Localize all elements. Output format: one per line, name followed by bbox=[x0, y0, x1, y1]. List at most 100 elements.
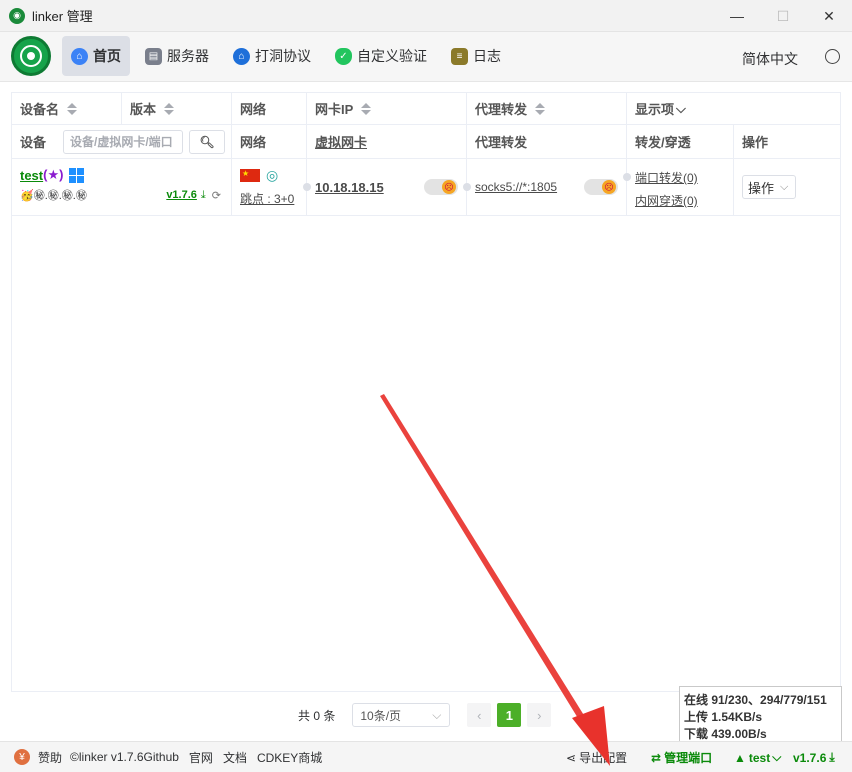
proxy-link[interactable]: socks5://*:1805 bbox=[475, 180, 557, 194]
shield-icon: ✓ bbox=[335, 47, 352, 65]
subheader-proxy: 代理转发 bbox=[467, 125, 627, 158]
nav-server[interactable]: ▤ 服务器 bbox=[136, 36, 218, 76]
sort-icon[interactable] bbox=[164, 102, 175, 115]
proxy-cell: socks5://*:1805 ☹ bbox=[463, 159, 627, 215]
star-badge: (★) bbox=[43, 167, 64, 182]
sync-icon: ⇄ bbox=[651, 750, 662, 765]
header-device[interactable]: 设备名 bbox=[12, 93, 122, 124]
linker-logo bbox=[11, 36, 51, 76]
ops-cell: 操作 ⌵ bbox=[734, 159, 840, 215]
device-cell: test (★) 🥳㊙.㊙.㊙.㊙ v1.7.6 ⤓ ⟳ bbox=[12, 159, 232, 215]
manage-port[interactable]: ⇄ 管理端口 bbox=[651, 742, 712, 772]
close-button[interactable]: ✕ bbox=[806, 0, 852, 32]
forward-cell: 端口转发(0) 内网穿透(0) bbox=[623, 159, 734, 215]
sort-icon[interactable] bbox=[535, 102, 546, 115]
ip-link[interactable]: 10.18.18.15 bbox=[315, 180, 384, 195]
copyright-link[interactable]: ©linker v1.7.6Github bbox=[70, 750, 179, 764]
nav-home[interactable]: ⌂ 首页 bbox=[62, 36, 130, 76]
download-icon: ⤓ bbox=[829, 750, 835, 764]
header-proxy[interactable]: 代理转发 bbox=[467, 93, 627, 124]
subheader-device: 设备 设备/虚拟网卡/端口 🔍︎ bbox=[12, 125, 232, 158]
nav-auth-label: 自定义验证 bbox=[357, 48, 427, 64]
header-display-options[interactable]: 显示项 ⌵ bbox=[627, 93, 840, 124]
footer-version[interactable]: v1.7.6 ⤓ bbox=[793, 742, 835, 772]
stats-popup: 在线 91/230、294/779/151 上传 1.54KB/s 下载 439… bbox=[679, 686, 842, 744]
sort-icon[interactable] bbox=[67, 102, 78, 115]
header-network: 网络 bbox=[232, 93, 307, 124]
tunnel-icon: ⌂ bbox=[233, 47, 250, 65]
header-nic-ip[interactable]: 网卡IP bbox=[307, 93, 467, 124]
upload-speed: 上传 1.54KB/s bbox=[684, 710, 763, 724]
nav-log-label: 日志 bbox=[473, 48, 501, 64]
subheader-vnic[interactable]: 虚拟网卡 bbox=[307, 125, 467, 158]
language-select[interactable]: 简体中文 bbox=[742, 49, 798, 69]
maximize-button[interactable]: ☐ bbox=[760, 0, 806, 32]
store-link[interactable]: CDKEY商城 bbox=[257, 749, 322, 766]
header: ⌂ 首页 ▤ 服务器 ⌂ 打洞协议 ✓ 自定义验证 ≡ 日志 简体中文 bbox=[0, 32, 852, 82]
theme-icon[interactable] bbox=[825, 49, 840, 64]
log-icon: ≡ bbox=[451, 47, 468, 65]
home-icon: ⌂ bbox=[71, 47, 88, 65]
ops-dropdown[interactable]: 操作 ⌵ bbox=[742, 175, 796, 199]
status-dot bbox=[303, 183, 311, 191]
nic-toggle[interactable]: ☹ bbox=[424, 179, 458, 195]
page-size-select[interactable]: 10条/页 ⌵ bbox=[352, 703, 451, 727]
chevron-down-icon: ⌵ bbox=[432, 707, 442, 722]
window-title: linker 管理 bbox=[32, 9, 93, 24]
table-row: test (★) 🥳㊙.㊙.㊙.㊙ v1.7.6 ⤓ ⟳ ★ ◎ 跳点: 3+… bbox=[12, 159, 840, 216]
search-button[interactable]: 🔍︎ bbox=[189, 129, 226, 154]
device-table: 设备名 版本 网络 网卡IP 代理转发 显示项 ⌵ 设备 设备/虚拟网卡/端口 … bbox=[11, 92, 841, 692]
footer: ¥ 赞助 ©linker v1.7.6Github 官网 文档 CDKEY商城 … bbox=[0, 741, 852, 772]
pagination: 共 0 条 10条/页 ⌵ ‹ 1 › bbox=[298, 703, 552, 727]
docs-link[interactable]: 文档 bbox=[223, 749, 247, 766]
export-config[interactable]: ⋖ 导出配置 bbox=[566, 742, 627, 772]
status-dot bbox=[463, 183, 471, 191]
total-count: 共 0 条 bbox=[298, 708, 336, 723]
title-bar: ◉ linker 管理 — ☐ ✕ bbox=[0, 0, 852, 32]
device-switch[interactable]: ▲ test ⌵ bbox=[734, 742, 781, 772]
next-page-button[interactable]: › bbox=[527, 703, 552, 727]
windows-icon bbox=[69, 167, 85, 183]
nav-tunnel[interactable]: ⌂ 打洞协议 bbox=[224, 36, 320, 76]
subheader-forward: 转发/穿透 bbox=[627, 125, 734, 158]
page-1-button[interactable]: 1 bbox=[497, 703, 522, 727]
port-forward-link[interactable]: 端口转发(0) bbox=[635, 169, 733, 186]
site-link[interactable]: 官网 bbox=[189, 749, 213, 766]
isp-icon: ◎ bbox=[266, 167, 279, 183]
version-link[interactable]: v1.7.6 bbox=[166, 189, 197, 201]
server-icon: ▤ bbox=[145, 47, 162, 65]
minimize-button[interactable]: — bbox=[714, 0, 760, 32]
nav-tunnel-label: 打洞协议 bbox=[255, 48, 311, 64]
chevron-down-icon: ⌵ bbox=[780, 180, 789, 193]
status-dot bbox=[623, 173, 631, 181]
nav-auth[interactable]: ✓ 自定义验证 bbox=[326, 36, 436, 76]
refresh-icon[interactable]: ⟳ bbox=[212, 189, 221, 202]
network-cell: ★ ◎ 跳点 : 3+0 bbox=[232, 159, 307, 215]
subheader-network: 网络 bbox=[232, 125, 307, 158]
table-subheader-row: 设备 设备/虚拟网卡/端口 🔍︎ 网络 虚拟网卡 代理转发 转发/穿透 操作 bbox=[12, 125, 840, 159]
table-header-row: 设备名 版本 网络 网卡IP 代理转发 显示项 ⌵ bbox=[12, 93, 840, 125]
prev-page-button[interactable]: ‹ bbox=[467, 703, 492, 727]
proxy-toggle[interactable]: ☹ bbox=[584, 179, 618, 195]
nav-log[interactable]: ≡ 日志 bbox=[442, 36, 510, 76]
device-badges: 🥳㊙.㊙.㊙.㊙ bbox=[20, 190, 87, 202]
sort-icon[interactable] bbox=[361, 102, 372, 115]
app-icon: ◉ bbox=[9, 7, 25, 24]
online-count: 在线 91/230、294/779/151 bbox=[684, 693, 827, 707]
sponsor-link[interactable]: 赞助 bbox=[38, 749, 62, 766]
intranet-link[interactable]: 内网穿透(0) bbox=[635, 192, 733, 209]
main-nav: ⌂ 首页 ▤ 服务器 ⌂ 打洞协议 ✓ 自定义验证 ≡ 日志 bbox=[62, 36, 516, 76]
china-flag-icon: ★ bbox=[240, 169, 260, 182]
hops-link[interactable]: 跳点 : 3+0 bbox=[240, 190, 306, 207]
device-name-link[interactable]: test bbox=[20, 168, 43, 183]
header-version[interactable]: 版本 bbox=[122, 93, 232, 124]
chevron-down-icon: ⌵ bbox=[676, 100, 686, 116]
nav-server-label: 服务器 bbox=[167, 48, 209, 64]
nic-ip-cell: 10.18.18.15 ☹ bbox=[303, 159, 467, 215]
share-icon: ⋖ bbox=[566, 750, 577, 765]
device-icon: ▲ bbox=[734, 750, 746, 765]
search-input[interactable]: 设备/虚拟网卡/端口 bbox=[63, 129, 184, 154]
nav-home-label: 首页 bbox=[93, 48, 121, 64]
search-icon: 🔍︎ bbox=[199, 134, 215, 149]
download-icon[interactable]: ⤓ bbox=[201, 189, 206, 202]
